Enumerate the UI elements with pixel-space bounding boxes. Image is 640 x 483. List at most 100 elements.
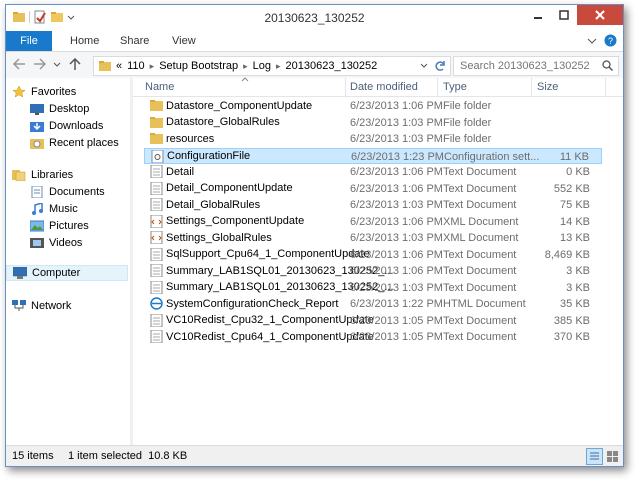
computer-icon bbox=[13, 267, 27, 279]
breadcrumb-chevron-icon[interactable]: ▸ bbox=[243, 61, 248, 72]
nav-downloads[interactable]: Downloads bbox=[30, 118, 103, 134]
file-row[interactable]: Summary_LAB1SQL01_20130623_130252_... 6/2… bbox=[144, 280, 602, 296]
breadcrumb-110[interactable]: 110 bbox=[127, 60, 145, 72]
search-box[interactable] bbox=[453, 56, 619, 76]
close-button[interactable] bbox=[577, 5, 623, 25]
expand-ribbon-icon[interactable] bbox=[587, 36, 597, 46]
file-row[interactable]: ConfigurationFile 6/23/2013 1:23 PM Config… bbox=[144, 147, 602, 164]
forward-arrow-icon[interactable] bbox=[33, 58, 47, 70]
file-row[interactable]: VC10Redist_Cpu64_1_ComponentUpdate 6/23/2… bbox=[144, 329, 602, 345]
file-name-cell: VC10Redist_Cpu64_1_ComponentUpdate bbox=[150, 330, 374, 343]
file-row[interactable]: SystemConfigurationCheck_Report 6/23/2013… bbox=[144, 296, 602, 312]
file-row[interactable]: Settings_ComponentUpdate 6/23/2013 1:06 P… bbox=[144, 214, 602, 230]
file-date: 6/23/2013 1:03 PM bbox=[350, 281, 443, 294]
column-date-modified[interactable]: Date modified bbox=[350, 81, 418, 93]
file-type: Text Document bbox=[443, 248, 517, 261]
recent-places-icon bbox=[30, 139, 44, 149]
details-view-button[interactable] bbox=[586, 448, 603, 465]
navigation-pane: Favorites Desktop Downloads Recent place… bbox=[6, 78, 130, 445]
file-row[interactable]: Summary_LAB1SQL01_20130623_130252_... 6/2… bbox=[144, 263, 602, 279]
file-size: 552 KB bbox=[553, 182, 590, 195]
folder-icon bbox=[150, 133, 163, 144]
file-date: 6/23/2013 1:06 PM bbox=[350, 215, 443, 228]
tab-view[interactable]: View bbox=[172, 31, 196, 51]
file-name: Detail_GlobalRules bbox=[166, 198, 261, 211]
file-row[interactable]: SqlSupport_Cpu64_1_ComponentUpdate 6/23/2… bbox=[144, 247, 602, 263]
details-view-icon bbox=[590, 452, 599, 460]
text-file-icon bbox=[150, 247, 163, 261]
file-row[interactable]: VC10Redist_Cpu32_1_ComponentUpdate 6/23/2… bbox=[144, 313, 602, 329]
file-name: Settings_ComponentUpdate bbox=[166, 215, 305, 227]
file-name-cell: Detail bbox=[150, 165, 194, 178]
tab-file[interactable]: File bbox=[6, 31, 52, 51]
file-name-cell: Detail_ComponentUpdate bbox=[150, 181, 293, 195]
maximize-button[interactable] bbox=[551, 5, 577, 25]
nav-computer[interactable]: Computer bbox=[6, 265, 128, 281]
file-date: 6/23/2013 1:03 PM bbox=[350, 116, 443, 129]
chevron-down-icon[interactable] bbox=[420, 63, 428, 69]
file-name: SystemConfigurationCheck_Report bbox=[166, 297, 339, 310]
column-divider[interactable] bbox=[345, 78, 346, 96]
breadcrumb-current[interactable]: 20130623_130252 bbox=[286, 60, 378, 72]
nav-libraries[interactable]: Libraries bbox=[12, 167, 73, 183]
address-bar[interactable]: « 110 ▸ Setup Bootstrap ▸ Log ▸ 20130623… bbox=[93, 56, 451, 76]
file-row[interactable]: Datastore_ComponentUpdate 6/23/2013 1:06 … bbox=[144, 98, 602, 114]
sort-arrow-icon bbox=[241, 77, 249, 82]
maximize-icon bbox=[559, 10, 569, 20]
column-divider[interactable] bbox=[437, 78, 438, 96]
breadcrumb-setup-bootstrap[interactable]: Setup Bootstrap bbox=[159, 60, 238, 72]
file-row[interactable]: Detail 6/23/2013 1:06 PM Text Document 0 KB bbox=[144, 164, 602, 180]
nav-recent-places[interactable]: Recent places bbox=[30, 135, 119, 151]
text-file-icon bbox=[150, 313, 163, 327]
file-name: Settings_GlobalRules bbox=[166, 231, 272, 244]
column-size[interactable]: Size bbox=[537, 81, 558, 93]
file-name-cell: resources bbox=[150, 132, 214, 145]
breadcrumb-chevron-icon[interactable]: ▸ bbox=[150, 61, 155, 72]
file-name-cell: Settings_GlobalRules bbox=[150, 231, 272, 244]
search-icon[interactable] bbox=[602, 60, 613, 71]
minimize-button[interactable] bbox=[525, 5, 551, 25]
breadcrumb-overflow[interactable]: « bbox=[116, 60, 122, 72]
file-type: Configuration sett... bbox=[444, 150, 540, 163]
file-row[interactable]: Detail_ComponentUpdate 6/23/2013 1:06 PM T… bbox=[144, 181, 602, 197]
file-row[interactable]: Settings_GlobalRules 6/23/2013 1:03 PM XML… bbox=[144, 230, 602, 246]
nav-network[interactable]: Network bbox=[12, 298, 71, 314]
column-type[interactable]: Type bbox=[443, 81, 467, 93]
file-row[interactable]: Detail_GlobalRules 6/23/2013 1:03 PM Text … bbox=[144, 197, 602, 213]
desktop-icon bbox=[30, 104, 44, 115]
file-row[interactable]: resources 6/23/2013 1:03 PM File folder bbox=[144, 131, 602, 147]
large-icons-view-button[interactable] bbox=[604, 448, 621, 465]
nav-desktop[interactable]: Desktop bbox=[30, 101, 89, 117]
nav-music[interactable]: Music bbox=[30, 201, 78, 217]
file-type: Text Document bbox=[443, 281, 517, 294]
tab-share[interactable]: Share bbox=[120, 31, 149, 51]
xml-file-icon bbox=[150, 231, 163, 244]
nav-documents[interactable]: Documents bbox=[30, 184, 105, 200]
breadcrumb-log[interactable]: Log bbox=[253, 60, 271, 72]
nav-favorites[interactable]: Favorites bbox=[12, 84, 76, 100]
nav-desktop-label: Desktop bbox=[49, 103, 90, 115]
search-input[interactable] bbox=[458, 59, 602, 73]
file-size: 3 KB bbox=[566, 265, 590, 277]
breadcrumb-chevron-icon[interactable]: ▸ bbox=[276, 61, 281, 72]
file-date: 6/23/2013 1:06 PM bbox=[350, 166, 443, 178]
file-name: SqlSupport_Cpu64_1_ComponentUpdate bbox=[166, 248, 370, 260]
column-divider[interactable] bbox=[605, 78, 606, 96]
nav-videos[interactable]: Videos bbox=[30, 235, 82, 251]
recent-locations-icon[interactable] bbox=[53, 62, 61, 68]
star-icon bbox=[12, 86, 26, 98]
file-type: Text Document bbox=[443, 314, 517, 327]
videos-icon bbox=[30, 238, 44, 248]
up-arrow-icon[interactable] bbox=[69, 58, 81, 71]
text-file-icon bbox=[150, 330, 163, 343]
help-icon[interactable]: ? bbox=[604, 34, 617, 47]
file-size: 11 KB bbox=[559, 150, 589, 163]
nav-pictures[interactable]: Pictures bbox=[30, 218, 89, 234]
back-arrow-icon[interactable] bbox=[12, 58, 26, 70]
file-size: 370 KB bbox=[553, 331, 590, 343]
column-name[interactable]: Name bbox=[145, 81, 174, 93]
refresh-icon[interactable] bbox=[434, 60, 446, 72]
column-divider[interactable] bbox=[531, 78, 532, 96]
tab-home[interactable]: Home bbox=[70, 31, 99, 51]
file-row[interactable]: Datastore_GlobalRules 6/23/2013 1:03 PM Fi… bbox=[144, 115, 602, 131]
